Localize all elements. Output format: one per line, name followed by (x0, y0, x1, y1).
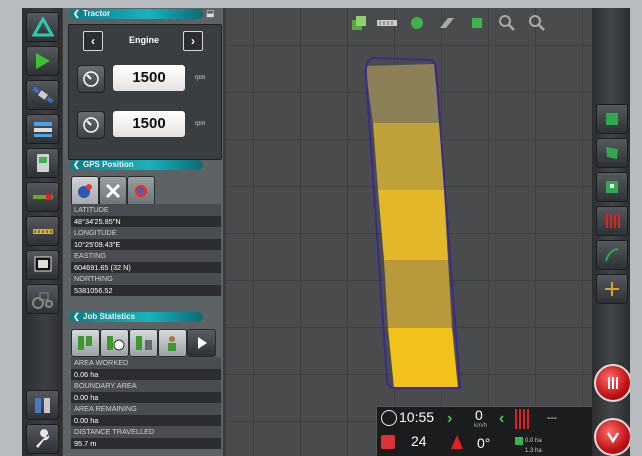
area-value-1: 0.0 ha (525, 438, 542, 444)
boundary-area-value: 0.00 ha (71, 391, 221, 403)
marker-icon[interactable] (596, 172, 628, 202)
next-button[interactable]: › (183, 31, 203, 51)
rpm-value-1[interactable]: 1500 (113, 65, 185, 91)
latitude-value: 48°34'25.85"N (71, 215, 221, 227)
right-toolbar (592, 8, 630, 456)
monitor-icon[interactable] (26, 250, 59, 280)
job-time-tab[interactable] (100, 329, 129, 357)
terminal-icon[interactable] (26, 148, 59, 178)
speed-arrow-icon: › (447, 410, 453, 427)
job-panel-title: Job Statistics (83, 312, 136, 321)
field-map[interactable]: 10:55 24 › 0 km/h ‹ 0° --- 0.0 ha 1.3 ha (226, 8, 594, 456)
job-operator-tab[interactable] (158, 329, 187, 357)
area-icon (515, 437, 523, 445)
tractor-panel-title: Tractor (83, 9, 111, 18)
easting-value: 604691.65 (32 N) (71, 261, 221, 273)
job-panel-header[interactable]: ❮ Job Statistics (69, 312, 203, 322)
clock-icon (381, 410, 397, 426)
gps-satellite-tab[interactable] (99, 176, 127, 206)
curve-guidance-icon[interactable] (596, 240, 628, 270)
rpm-gauge-icon[interactable] (77, 65, 105, 93)
distance-travelled-label: DISTANCE TRAVELLED (71, 426, 221, 438)
northing-label: NORTHING (71, 273, 221, 285)
speed-value: 0 (475, 407, 483, 423)
job-tabs (71, 329, 221, 357)
guidelines-icon[interactable] (596, 206, 628, 236)
section-bars-icon (515, 409, 531, 429)
engine-label: Engine (128, 35, 159, 45)
distance-travelled-value: 95.7 m (71, 437, 221, 449)
coverage-band (388, 328, 458, 388)
coverage-band (384, 260, 452, 328)
left-toolbar (22, 8, 62, 456)
dashes-display: --- (547, 413, 557, 424)
sections-master-button[interactable] (594, 364, 630, 402)
gps-receiver-tab[interactable] (127, 176, 155, 206)
previous-button[interactable]: ‹ (83, 31, 103, 51)
coverage-band (373, 123, 444, 190)
area-worked-value: 0.06 ha (71, 368, 221, 380)
calendar-icon (381, 435, 395, 449)
heading-icon (451, 435, 463, 449)
rpm-unit-2: rpm (195, 121, 206, 127)
pipeline-icon[interactable] (26, 390, 59, 420)
gps-info-list: LATITUDE 48°34'25.85"N LONGITUDE 10°25'0… (71, 204, 221, 296)
coverage-map (364, 56, 462, 389)
home-icon[interactable] (26, 12, 59, 42)
area-value-2: 1.3 ha (525, 448, 542, 454)
longitude-label: LONGITUDE (71, 227, 221, 239)
boundary-icon[interactable] (596, 138, 628, 168)
collapse-chevron-icon: ❮ (73, 312, 80, 321)
area-remaining-label: AREA REMAINING (71, 403, 221, 415)
job-area-tab[interactable] (71, 329, 100, 357)
job-product-tab[interactable] (129, 329, 158, 357)
tractor-icon[interactable] (26, 284, 59, 314)
app-frame: ❮ Tractor ⬓ ‹ Engine › 1500 rpm 1500 rpm… (22, 8, 630, 456)
collapse-chevron-icon: ❮ (73, 160, 80, 169)
info-panel: ❮ Tractor ⬓ ‹ Engine › 1500 rpm 1500 rpm… (63, 8, 223, 456)
northing-value: 5381056.52 (71, 284, 221, 296)
boom-sections-icon[interactable] (26, 216, 59, 246)
tractor-box: ‹ Engine › 1500 rpm 1500 rpm (68, 24, 222, 160)
boundary-area-label: BOUNDARY AREA (71, 380, 221, 392)
date-display: 24 (411, 433, 427, 449)
left-arrow-icon: ‹ (499, 410, 505, 427)
collapse-chevron-icon: ❮ (73, 9, 80, 18)
longitude-value: 10°25'09.43"E (71, 238, 221, 250)
easting-label: EASTING (71, 250, 221, 262)
implement-icon[interactable] (26, 182, 59, 212)
panel-menu-icon[interactable]: ⬓ (206, 8, 215, 19)
wrench-icon[interactable] (26, 424, 59, 454)
guidance-icon[interactable] (26, 46, 59, 76)
field-icon[interactable] (596, 104, 628, 134)
tractor-panel-header[interactable]: ❮ Tractor (69, 9, 203, 19)
heading-value: 0° (477, 435, 491, 451)
job-next-tab[interactable] (187, 329, 216, 357)
job-info-list: AREA WORKED 0.06 ha BOUNDARY AREA 0.00 h… (71, 357, 221, 449)
satellite-icon[interactable] (26, 80, 59, 110)
time-display: 10:55 (399, 409, 435, 425)
autosteer-button[interactable] (594, 418, 630, 456)
status-bar: 10:55 24 › 0 km/h ‹ 0° --- 0.0 ha 1.3 ha (376, 406, 594, 456)
speed-unit: km/h (474, 423, 488, 429)
coverage-band (378, 190, 448, 260)
gps-panel-title: GPS Position (83, 160, 134, 169)
rpm-gauge-icon[interactable] (77, 111, 105, 139)
rpm-value-2[interactable]: 1500 (113, 111, 185, 137)
gps-tabs (71, 176, 221, 206)
area-worked-label: AREA WORKED (71, 357, 221, 369)
gps-globe-tab[interactable] (71, 176, 99, 206)
layers-icon[interactable] (26, 114, 59, 144)
gps-panel-header[interactable]: ❮ GPS Position (69, 160, 203, 170)
coverage-band (365, 64, 440, 123)
shift-line-icon[interactable] (596, 274, 628, 304)
latitude-label: LATITUDE (71, 204, 221, 216)
area-remaining-value: 0.00 ha (71, 414, 221, 426)
rpm-unit-1: rpm (195, 75, 206, 81)
